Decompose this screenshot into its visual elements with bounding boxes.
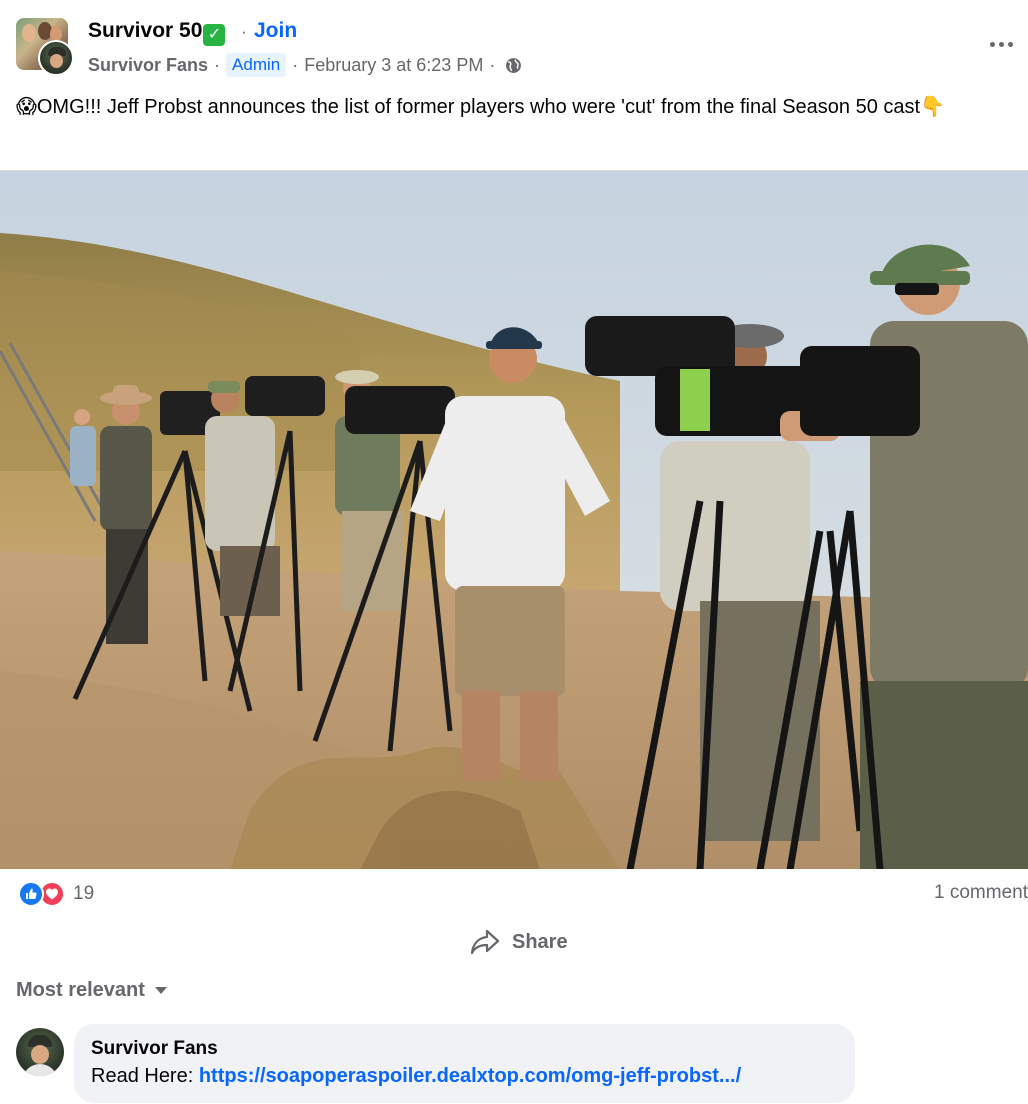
sort-label: Most relevant (16, 979, 145, 1001)
verified-check-icon: ✓ (203, 24, 226, 46)
post-meta: Survivor Fans · Admin · February 3 at 6:… (88, 52, 522, 78)
globe-icon[interactable] (505, 57, 522, 74)
post-timestamp[interactable]: February 3 at 6:23 PM (304, 55, 483, 76)
admin-badge[interactable]: Admin (226, 53, 287, 77)
photo-camera-crew-scene (0, 171, 1028, 869)
separator-dot: · (489, 54, 496, 75)
group-avatar[interactable] (16, 18, 74, 76)
post-author-link[interactable]: Survivor Fans (88, 55, 208, 76)
separator-dot: · (292, 54, 299, 75)
separator-dot: · (241, 22, 247, 41)
comment-count-link[interactable]: 1 comment (934, 882, 1028, 904)
separator-dot: · (214, 54, 221, 75)
post-photo[interactable] (0, 170, 1028, 869)
comment-text: Read Here: https://soapoperaspoiler.deal… (91, 1065, 742, 1087)
like-icon (18, 881, 44, 907)
comment-item: Survivor Fans Read Here: https://soapope… (16, 1024, 1026, 1104)
comment-sort-dropdown[interactable]: Most relevant (16, 979, 167, 1002)
reaction-count[interactable]: 19 (73, 883, 94, 905)
pointing-down-emoji-icon: 👇 (920, 96, 945, 118)
post-text: 😱OMG!!! Jeff Probst announces the list o… (16, 96, 945, 118)
comment-url-link[interactable]: https://soapoperaspoiler.dealxtop.com/om… (199, 1065, 741, 1087)
share-label: Share (512, 930, 568, 953)
comment-author-link[interactable]: Survivor Fans (91, 1037, 838, 1061)
share-button[interactable]: Share (470, 924, 568, 960)
commenter-avatar[interactable] (16, 1028, 64, 1076)
reaction-summary[interactable]: 19 (18, 880, 94, 908)
comment-bubble: Survivor Fans Read Here: https://soapope… (74, 1024, 855, 1103)
more-horizontal-icon[interactable] (986, 30, 1020, 58)
group-name-link[interactable]: Survivor 50 ✓ (88, 19, 226, 46)
scream-emoji-icon: 😱 (16, 96, 37, 118)
post-header: Survivor 50 ✓ · Join Survivor Fans · Admi… (0, 0, 1028, 90)
share-arrow-icon (470, 929, 500, 955)
join-group-button[interactable]: Join (254, 19, 297, 43)
chevron-down-icon (154, 987, 167, 994)
author-avatar[interactable] (38, 40, 74, 76)
